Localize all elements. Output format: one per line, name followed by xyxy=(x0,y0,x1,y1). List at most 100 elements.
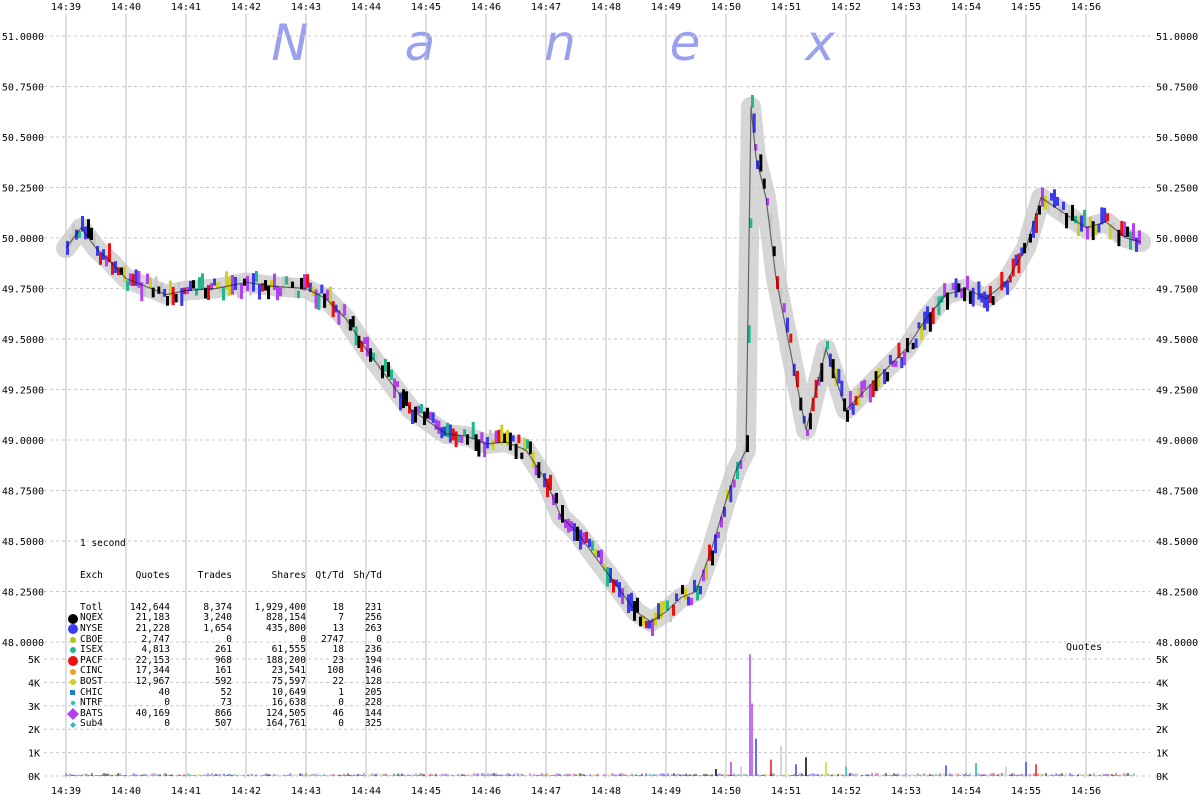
quote-mark xyxy=(886,372,889,382)
quote-mark xyxy=(99,252,102,265)
quote-mark xyxy=(630,592,633,611)
quote-mark xyxy=(331,301,335,317)
quote-mark xyxy=(198,277,201,290)
quote-mark xyxy=(90,227,93,240)
stats-cell-trades: 507 xyxy=(214,718,232,730)
stats-cell-qt-td: 0 xyxy=(338,718,344,730)
time-tick-bottom: 14:50 xyxy=(711,786,741,797)
quote-mark xyxy=(974,282,978,292)
stats-header-shares: Shares xyxy=(271,569,306,581)
quote-mark xyxy=(417,405,420,414)
quote-mark xyxy=(1111,222,1115,238)
quote-mark xyxy=(675,593,678,601)
marker-shape xyxy=(70,721,76,728)
time-tick-bottom: 14:39 xyxy=(51,786,81,797)
quote-mark xyxy=(160,282,164,301)
quote-mark xyxy=(396,381,399,388)
stats-cell-quotes: 12,967 xyxy=(135,675,170,687)
price-tick-right: 49.5000 xyxy=(1156,335,1198,346)
quote-mark xyxy=(131,273,135,286)
quote-mark xyxy=(888,355,892,365)
stats-cell-sh-td: 263 xyxy=(364,622,382,634)
time-tick-bottom: 14:44 xyxy=(351,786,381,797)
quote-mark xyxy=(951,283,955,290)
quote-mark xyxy=(448,424,452,443)
quote-mark xyxy=(1135,237,1138,252)
watermark: Na n e x xyxy=(271,14,835,72)
quote-mark xyxy=(690,597,693,606)
quote-mark xyxy=(508,432,512,451)
quote-mark xyxy=(87,219,90,239)
quote-mark xyxy=(488,429,492,447)
quote-mark xyxy=(911,342,915,350)
quote-mark xyxy=(443,426,447,437)
marker-shape xyxy=(68,613,78,624)
quote-mark xyxy=(1041,187,1044,207)
quote-mark xyxy=(491,439,495,451)
quote-mark xyxy=(314,289,318,309)
quote-mark xyxy=(517,434,521,444)
quote-mark xyxy=(585,531,588,543)
quote-mark xyxy=(1062,201,1065,211)
time-tick-top: 14:45 xyxy=(411,2,441,13)
quote-mark xyxy=(684,588,687,600)
price-tick-right: 50.2500 xyxy=(1156,184,1198,195)
quote-mark xyxy=(954,278,958,298)
volume-tick-right: 2K xyxy=(1156,725,1168,736)
volume-tick-left: 2K xyxy=(28,725,40,736)
quote-mark xyxy=(454,431,458,448)
quote-mark xyxy=(966,275,969,289)
price-tick-left: 50.5000 xyxy=(2,133,44,144)
stats-cell-qt-td: 13 xyxy=(332,622,344,634)
quote-mark xyxy=(1132,223,1135,241)
marker-shape xyxy=(71,701,75,706)
time-tick-bottom: 14:48 xyxy=(591,786,621,797)
stats-cell-trades: 592 xyxy=(214,675,232,687)
quote-mark xyxy=(189,280,192,291)
quote-mark xyxy=(782,303,786,313)
quote-mark xyxy=(914,338,918,348)
time-tick-top: 14:40 xyxy=(111,2,141,13)
stats-header-shtd: Sh/Td xyxy=(353,569,382,581)
quote-mark xyxy=(980,293,984,303)
exchange-stats-table: 1 second Exch Quotes Trades Shares Qt/Td Sh/T… xyxy=(66,518,382,740)
volume-tick-left: 3K xyxy=(28,702,40,713)
marker-shape xyxy=(70,668,76,675)
price-tick-left: 49.2500 xyxy=(2,386,44,397)
quote-mark xyxy=(192,280,195,289)
quote-mark xyxy=(669,608,672,623)
time-tick-top: 14:44 xyxy=(351,2,381,13)
quote-mark xyxy=(1126,226,1129,237)
quote-mark xyxy=(166,296,169,306)
quote-mark xyxy=(591,540,594,551)
quote-mark xyxy=(1050,193,1053,201)
watermark-letter: x xyxy=(803,14,835,72)
stats-body: Totl 142,644 8,374 1,929,400 18 231 NQEX 21,183… xyxy=(66,602,382,730)
price-tick-right: 49.0000 xyxy=(1156,436,1198,447)
quote-mark xyxy=(1059,205,1062,219)
quote-mark xyxy=(363,337,367,344)
quote-mark xyxy=(237,279,240,299)
quote-mark xyxy=(420,403,423,414)
quote-mark xyxy=(252,273,255,292)
quote-mark xyxy=(567,518,570,533)
quote-mark xyxy=(1106,213,1109,222)
time-tick-bottom: 14:45 xyxy=(411,786,441,797)
quote-mark xyxy=(687,596,690,606)
quote-mark xyxy=(213,278,216,286)
quote-mark xyxy=(789,333,793,343)
stats-cell-quotes: 40 xyxy=(158,686,170,698)
quote-mark xyxy=(1056,197,1059,206)
stats-cell-quotes: 40,169 xyxy=(135,707,170,719)
quote-mark xyxy=(222,287,225,301)
volume-tick-left: 5K xyxy=(28,655,40,666)
quote-mark xyxy=(826,341,829,350)
stats-header-exch: Exch xyxy=(80,569,103,581)
quote-mark xyxy=(276,285,279,301)
quote-mark xyxy=(540,460,544,472)
quote-mark xyxy=(323,293,327,308)
price-tick-left: 48.5000 xyxy=(2,537,44,548)
stats-cell-sh-td: 128 xyxy=(364,675,382,687)
stats-cell-exch: BOST xyxy=(80,675,103,687)
quote-mark xyxy=(306,274,309,288)
